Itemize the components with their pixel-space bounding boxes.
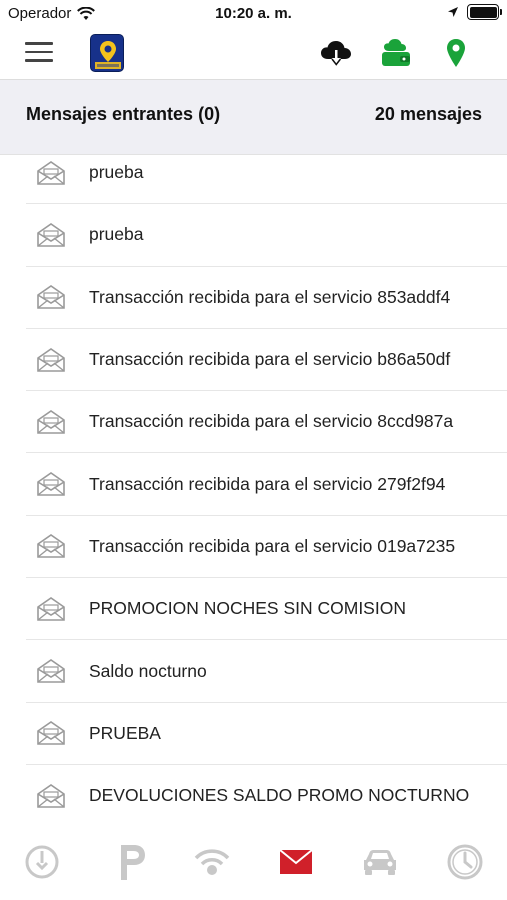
location-arrow-icon xyxy=(448,7,458,17)
message-row[interactable]: Transacción recibida para el servicio 8c… xyxy=(26,391,507,454)
envelope-open-icon xyxy=(36,347,66,373)
envelope-open-icon xyxy=(36,471,66,497)
message-row[interactable]: prueba xyxy=(26,204,507,267)
mail-icon xyxy=(279,849,313,874)
section-title: Mensajes entrantes (0) xyxy=(26,104,221,124)
menu-button[interactable] xyxy=(25,42,53,64)
envelope-open-icon xyxy=(36,658,66,684)
tab-bar xyxy=(0,826,507,900)
cloud-download-icon xyxy=(321,41,351,66)
navigation-bar xyxy=(0,28,507,80)
message-row[interactable]: PROMOCION NOCHES SIN COMISION xyxy=(26,578,507,641)
message-row[interactable]: Transacción recibida para el servicio b8… xyxy=(26,329,507,392)
tab-car[interactable] xyxy=(358,840,402,884)
message-row[interactable]: Transacción recibida para el servicio 85… xyxy=(26,267,507,329)
message-row[interactable]: DEVOLUCIONES SALDO PROMO NOCTURNO xyxy=(26,765,507,826)
cloud-wallet-icon xyxy=(382,39,410,66)
message-subject: Saldo nocturno xyxy=(89,660,207,681)
envelope-open-icon xyxy=(36,160,66,186)
envelope-open-icon xyxy=(36,596,66,622)
message-row[interactable]: Saldo nocturno xyxy=(26,640,507,703)
app-logo xyxy=(90,34,124,72)
message-subject: PRUEBA xyxy=(89,722,161,743)
envelope-open-icon xyxy=(36,783,66,809)
message-row[interactable]: PRUEBA xyxy=(26,703,507,765)
nav-actions xyxy=(319,36,473,70)
status-bar: Operador 10:20 a. m. xyxy=(0,0,507,28)
car-icon xyxy=(364,850,396,875)
parking-icon xyxy=(121,845,145,880)
tab-power[interactable] xyxy=(20,840,64,884)
battery-icon xyxy=(467,4,502,20)
envelope-open-icon xyxy=(36,409,66,435)
message-list[interactable]: prueba prueba Transacción recibida para el… xyxy=(0,142,507,826)
tab-signal[interactable] xyxy=(190,840,234,884)
tab-messages[interactable] xyxy=(274,840,318,884)
clock-icon xyxy=(447,844,483,880)
message-row[interactable]: Transacción recibida para el servicio 27… xyxy=(26,453,507,516)
tab-parking[interactable] xyxy=(110,840,154,884)
message-subject: Transacción recibida para el servicio b8… xyxy=(89,349,451,370)
envelope-open-icon xyxy=(36,720,66,746)
clock-time: 10:20 a. m. xyxy=(215,5,292,22)
message-subject: Transacción recibida para el servicio 85… xyxy=(89,286,451,307)
envelope-open-icon xyxy=(36,533,66,559)
message-row[interactable]: Transacción recibida para el servicio 01… xyxy=(26,516,507,579)
section-header: Mensajes entrantes (0) 20 mensajes xyxy=(0,80,507,155)
tab-history[interactable] xyxy=(443,840,487,884)
cloud-wallet-button[interactable] xyxy=(379,36,413,70)
wifi-signal-icon xyxy=(194,849,230,875)
location-button[interactable] xyxy=(439,36,473,70)
message-subject: PROMOCION NOCHES SIN COMISION xyxy=(89,598,406,619)
message-subject: Transacción recibida para el servicio 27… xyxy=(89,473,446,494)
message-subject: Transacción recibida para el servicio 01… xyxy=(89,535,456,556)
message-count: 20 mensajes xyxy=(374,104,482,124)
message-subject: prueba xyxy=(89,224,144,245)
message-subject: Transacción recibida para el servicio 8c… xyxy=(89,411,454,432)
map-pin-icon xyxy=(447,39,465,67)
envelope-open-icon xyxy=(36,284,66,310)
cloud-download-button[interactable] xyxy=(319,36,353,70)
message-subject: prueba xyxy=(89,162,144,183)
status-right xyxy=(447,4,502,20)
message-subject: DEVOLUCIONES SALDO PROMO NOCTURNO xyxy=(89,785,470,806)
power-icon xyxy=(25,845,59,879)
envelope-open-icon xyxy=(36,222,66,248)
